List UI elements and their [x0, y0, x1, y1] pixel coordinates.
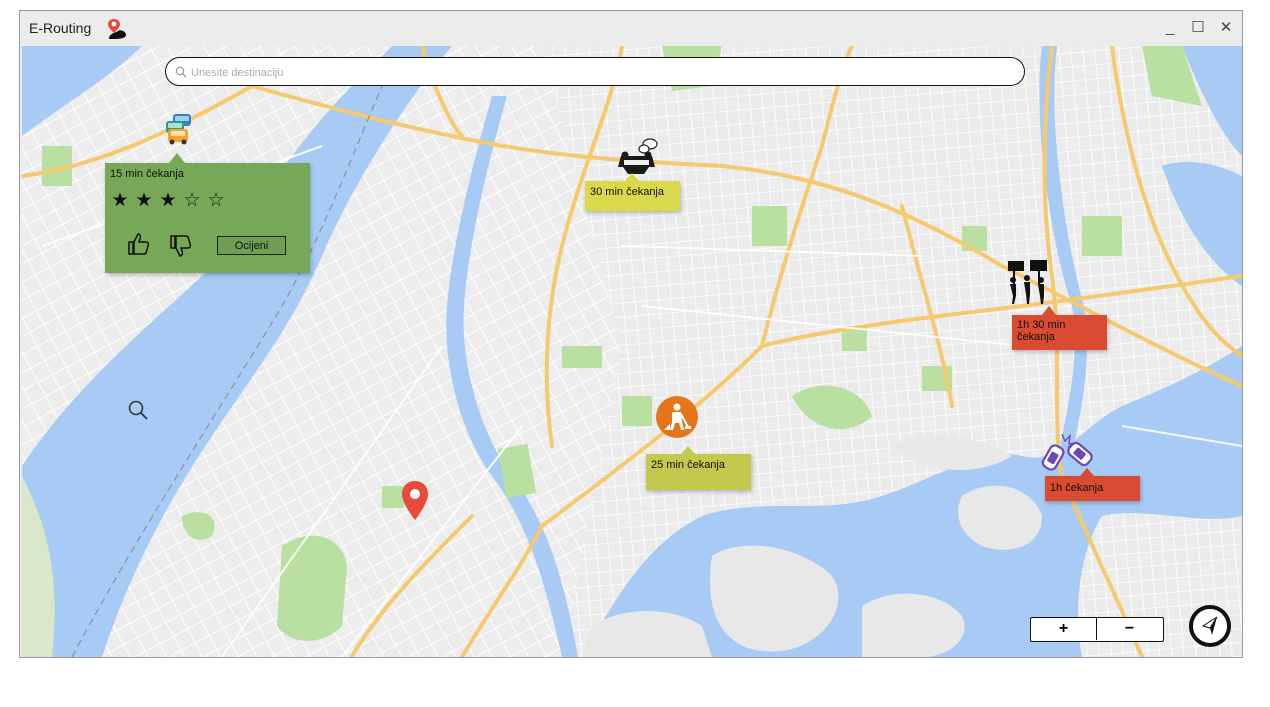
- zoom-in-button[interactable]: +: [1031, 618, 1097, 640]
- star-5[interactable]: ☆: [206, 191, 226, 211]
- incident-card-road-works[interactable]: 25 min čekanja: [646, 446, 751, 490]
- incident-card-overturned-car[interactable]: 30 min čekanja: [585, 173, 680, 211]
- search-icon[interactable]: [126, 398, 150, 422]
- compass-icon[interactable]: [1188, 604, 1232, 648]
- rating-popup: 15 min čekanja ★ ★ ★ ☆ ☆ Ocijeni: [105, 153, 310, 273]
- minimize-button[interactable]: _: [1158, 17, 1182, 39]
- popup-pointer: [169, 153, 185, 163]
- star-rating[interactable]: ★ ★ ★ ☆ ☆: [110, 191, 226, 211]
- incident-card-collision[interactable]: 1h čekanja: [1045, 468, 1140, 501]
- popup-pointer: [681, 446, 695, 454]
- app-window: E-Routing _ ☐ ✕ Unesite destinaciju 15 m…: [19, 10, 1243, 658]
- overturned-car-icon[interactable]: [616, 134, 662, 176]
- wait-time-label: 30 min čekanja: [590, 186, 664, 198]
- wait-time-label: 25 min čekanja: [651, 459, 725, 471]
- popup-pointer: [625, 173, 639, 181]
- search-icon: [175, 66, 187, 78]
- incident-card-protest[interactable]: 1h 30 min čekanja: [1012, 306, 1107, 350]
- app-logo-icon: [108, 19, 126, 39]
- destination-search-bar[interactable]: [165, 57, 1025, 86]
- destination-search-input[interactable]: [189, 62, 1013, 83]
- star-3[interactable]: ★: [158, 191, 178, 211]
- map-view[interactable]: 15 min čekanja ★ ★ ★ ☆ ☆ Ocijeni: [22, 46, 1242, 657]
- location-pin-icon[interactable]: [400, 480, 430, 522]
- popup-pointer: [1080, 468, 1094, 476]
- star-2[interactable]: ★: [134, 191, 154, 211]
- rate-button[interactable]: Ocijeni: [217, 236, 286, 255]
- traffic-jam-icon[interactable]: [161, 112, 195, 146]
- thumbs-down-icon[interactable]: [167, 233, 193, 259]
- popup-pointer: [1042, 306, 1056, 315]
- zoom-controls: + −: [1030, 617, 1164, 642]
- road-works-icon[interactable]: [655, 395, 699, 439]
- star-4[interactable]: ☆: [182, 191, 202, 211]
- wait-time-label: 1h 30 min čekanja: [1017, 319, 1066, 343]
- wait-time-label: 15 min čekanja: [110, 168, 184, 180]
- app-title: E-Routing: [29, 20, 92, 36]
- maximize-button[interactable]: ☐: [1186, 17, 1210, 39]
- close-button[interactable]: ✕: [1214, 17, 1238, 39]
- thumbs-up-icon[interactable]: [125, 231, 151, 257]
- star-1[interactable]: ★: [110, 191, 130, 211]
- car-collision-icon[interactable]: [1040, 432, 1096, 472]
- wait-time-label: 1h čekanja: [1050, 482, 1104, 494]
- protest-icon[interactable]: [1005, 258, 1053, 306]
- title-bar: E-Routing _ ☐ ✕: [20, 11, 1242, 46]
- zoom-out-button[interactable]: −: [1097, 618, 1162, 640]
